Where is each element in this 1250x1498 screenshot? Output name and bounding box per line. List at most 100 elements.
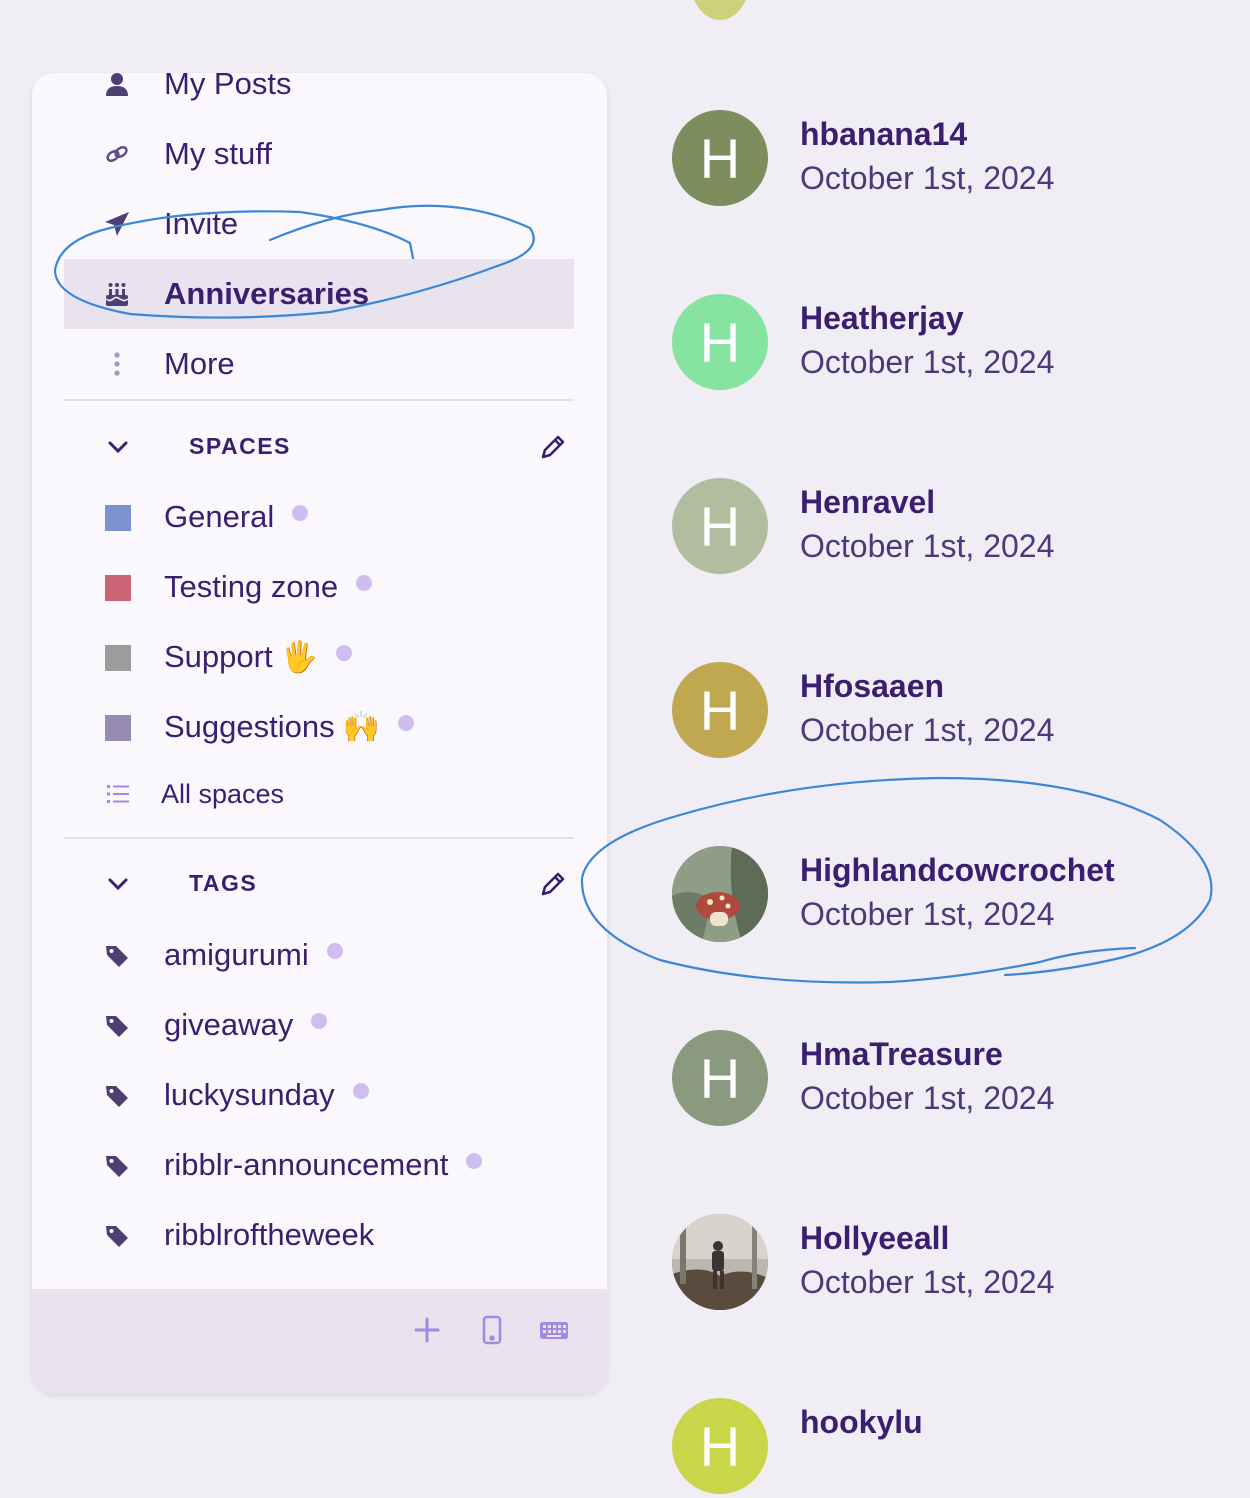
tags-title: TAGS bbox=[189, 870, 258, 896]
avatar[interactable]: H bbox=[672, 478, 768, 574]
tag-label: amigurumi bbox=[164, 937, 343, 973]
nav-item-label: My Posts bbox=[164, 73, 292, 101]
hand-emoji: 🖐️ bbox=[280, 641, 318, 674]
unread-dot bbox=[335, 645, 352, 661]
space-color-swatch bbox=[105, 575, 131, 601]
avatar-initial: H bbox=[699, 1046, 741, 1110]
tag-item-luckysunday[interactable]: luckysunday bbox=[64, 1061, 574, 1131]
space-color-swatch bbox=[105, 645, 131, 671]
member-name[interactable]: Henravel bbox=[800, 484, 935, 521]
unread-dot bbox=[356, 575, 373, 591]
unread-dot bbox=[311, 1013, 328, 1029]
sidebar: My Posts My stuff Invite Anniversaries M… bbox=[32, 73, 607, 1393]
list-icon bbox=[105, 781, 131, 807]
tag-label: giveaway bbox=[164, 1007, 328, 1043]
unread-dot bbox=[352, 1083, 369, 1099]
tag-label: luckysunday bbox=[164, 1077, 369, 1113]
unread-dot bbox=[397, 715, 414, 731]
avatar-photo[interactable] bbox=[672, 1214, 768, 1310]
nav-item-invite[interactable]: Invite bbox=[64, 189, 574, 259]
nav-item-label: Anniversaries bbox=[164, 276, 370, 311]
space-item-suggestions[interactable]: Suggestions 🙌 bbox=[64, 693, 574, 763]
tag-icon bbox=[104, 1013, 130, 1039]
cake-icon bbox=[104, 281, 130, 307]
sidebar-footer bbox=[32, 1289, 607, 1393]
nav-item-my-posts[interactable]: My Posts bbox=[64, 73, 574, 119]
space-color-swatch bbox=[105, 505, 131, 531]
tag-item-ribblr-announcement[interactable]: ribblr-announcement bbox=[64, 1131, 574, 1201]
member-row[interactable]: H HmaTreasure October 1st, 2024 bbox=[672, 1030, 1232, 1130]
pencil-icon[interactable] bbox=[539, 870, 567, 898]
tag-item-giveaway[interactable]: giveaway bbox=[64, 991, 574, 1061]
avatar-photo[interactable] bbox=[672, 846, 768, 942]
chevron-down-icon[interactable] bbox=[106, 435, 130, 459]
member-name[interactable]: Heatherjay bbox=[800, 300, 964, 337]
avatar-initial: H bbox=[699, 678, 741, 742]
member-row[interactable]: H Hfosaaen October 1st, 2024 bbox=[672, 662, 1232, 762]
avatar[interactable]: H bbox=[672, 1398, 768, 1494]
space-label: Suggestions 🙌 bbox=[164, 709, 414, 745]
member-row[interactable]: H Henravel October 1st, 2024 bbox=[672, 478, 1232, 578]
anniversary-date: October 1st, 2024 bbox=[800, 344, 1055, 380]
avatar-initial: H bbox=[699, 310, 741, 374]
avatar[interactable]: H bbox=[672, 662, 768, 758]
unread-dot bbox=[326, 943, 343, 959]
nav-item-label: My stuff bbox=[164, 136, 272, 171]
tag-icon bbox=[104, 1083, 130, 1109]
nav-item-my-stuff[interactable]: My stuff bbox=[64, 119, 574, 189]
all-spaces-label: All spaces bbox=[161, 779, 285, 809]
spaces-header[interactable]: SPACES bbox=[64, 423, 574, 473]
avatar-initial: H bbox=[699, 1414, 741, 1478]
avatar-initial: H bbox=[699, 126, 741, 190]
anniversary-date: October 1st, 2024 bbox=[800, 896, 1055, 932]
space-label: General bbox=[164, 499, 309, 535]
tag-icon bbox=[104, 1153, 130, 1179]
avatar-initial: H bbox=[699, 494, 741, 558]
raised-hands-emoji: 🙌 bbox=[342, 711, 380, 744]
mobile-icon[interactable] bbox=[477, 1315, 507, 1345]
member-row[interactable]: H hookylu bbox=[672, 1398, 1232, 1498]
member-name[interactable]: Hollyeeall bbox=[800, 1220, 949, 1257]
tag-item-ribblroftheweek[interactable]: ribblroftheweek bbox=[64, 1201, 574, 1271]
person-icon bbox=[104, 73, 130, 97]
all-spaces-link[interactable]: All spaces bbox=[64, 759, 574, 829]
link-icon bbox=[104, 141, 130, 167]
space-label: Testing zone bbox=[164, 569, 373, 605]
spaces-title: SPACES bbox=[189, 433, 291, 459]
nav-item-more[interactable]: More bbox=[64, 329, 574, 399]
space-item-testing-zone[interactable]: Testing zone bbox=[64, 553, 574, 623]
keyboard-icon[interactable] bbox=[539, 1315, 569, 1345]
tag-item-amigurumi[interactable]: amigurumi bbox=[64, 921, 574, 991]
nav-item-anniversaries[interactable]: Anniversaries bbox=[64, 259, 574, 329]
nav-item-label: More bbox=[164, 346, 235, 381]
more-vertical-icon bbox=[104, 351, 130, 377]
tag-label: ribblr-announcement bbox=[164, 1147, 483, 1183]
avatar[interactable]: H bbox=[672, 110, 768, 206]
divider bbox=[64, 837, 574, 839]
send-icon bbox=[104, 211, 130, 237]
space-item-support[interactable]: Support 🖐️ bbox=[64, 623, 574, 693]
tag-icon bbox=[104, 1223, 130, 1249]
member-name[interactable]: hbanana14 bbox=[800, 116, 967, 153]
member-row[interactable]: Highlandcowcrochet October 1st, 2024 bbox=[672, 846, 1232, 946]
partial-avatar bbox=[690, 0, 750, 20]
member-row[interactable]: H hbanana14 October 1st, 2024 bbox=[672, 110, 1232, 210]
member-name[interactable]: Hfosaaen bbox=[800, 668, 944, 705]
tag-label: ribblroftheweek bbox=[164, 1217, 375, 1252]
chevron-down-icon[interactable] bbox=[106, 872, 130, 896]
avatar[interactable]: H bbox=[672, 294, 768, 390]
divider bbox=[64, 399, 574, 401]
member-row[interactable]: Hollyeeall October 1st, 2024 bbox=[672, 1214, 1232, 1314]
unread-dot bbox=[466, 1153, 483, 1169]
space-color-swatch bbox=[105, 715, 131, 741]
member-name[interactable]: HmaTreasure bbox=[800, 1036, 1003, 1073]
space-item-general[interactable]: General bbox=[64, 483, 574, 553]
plus-icon[interactable] bbox=[412, 1315, 442, 1345]
pencil-icon[interactable] bbox=[539, 433, 567, 461]
member-name[interactable]: hookylu bbox=[800, 1404, 923, 1441]
avatar[interactable]: H bbox=[672, 1030, 768, 1126]
member-row[interactable]: H Heatherjay October 1st, 2024 bbox=[672, 294, 1232, 394]
tag-icon bbox=[104, 943, 130, 969]
tags-header[interactable]: TAGS bbox=[64, 860, 574, 910]
member-name[interactable]: Highlandcowcrochet bbox=[800, 852, 1115, 889]
